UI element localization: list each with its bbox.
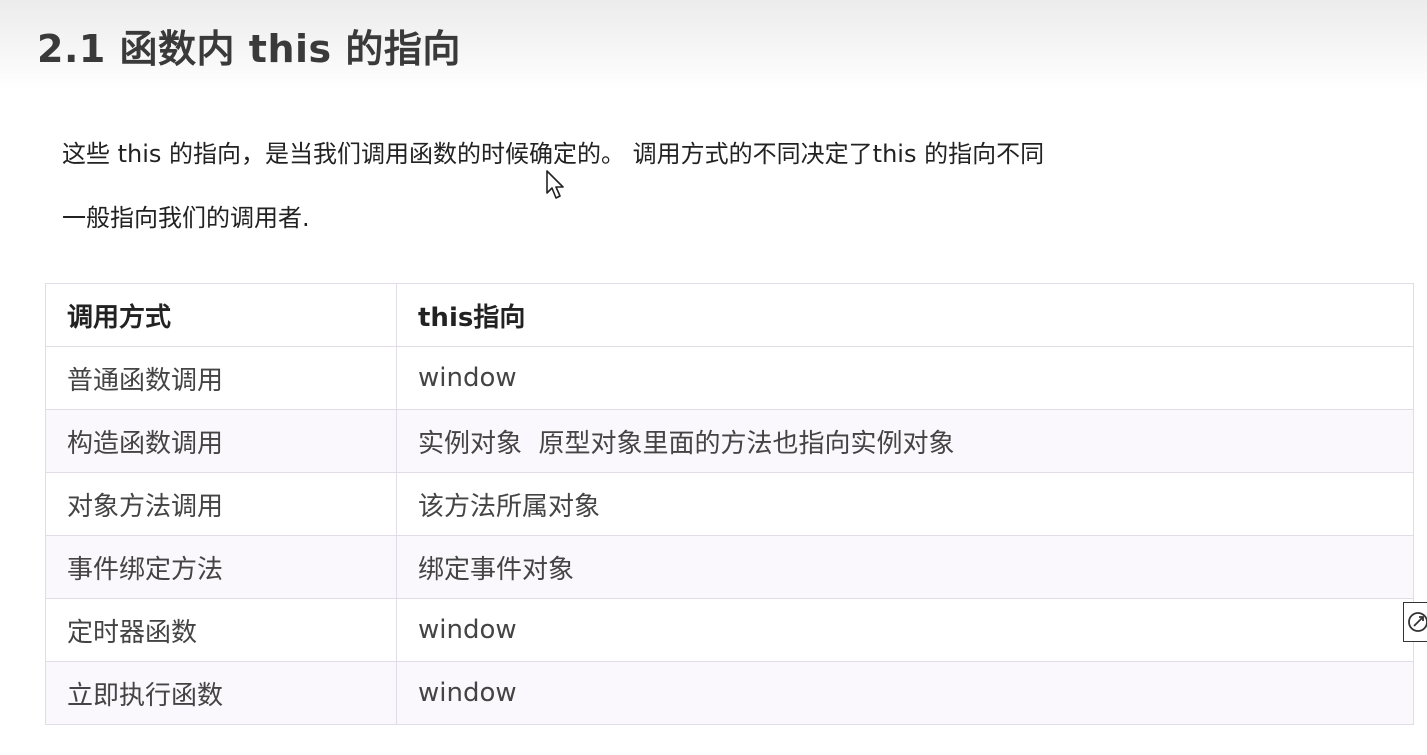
cell-this-target: 该方法所属对象 [396,472,1414,536]
table-row: 构造函数调用 实例对象 原型对象里面的方法也指向实例对象 [45,409,1414,473]
page-title: 2.1 函数内 this 的指向 [37,27,461,71]
table-row: 定时器函数 window [45,598,1414,662]
cell-this-target: window [396,346,1414,410]
cell-call-method: 立即执行函数 [45,661,397,725]
header-call-method: 调用方式 [45,283,397,347]
table-header-row: 调用方式 this指向 [45,283,1414,347]
cell-this-target: window [396,598,1414,662]
this-binding-table: 调用方式 this指向 普通函数调用 window 构造函数调用 实例对象 原型… [45,283,1414,725]
cell-this-target: window [396,661,1414,725]
cell-this-target: 绑定事件对象 [396,535,1414,599]
table-row: 普通函数调用 window [45,346,1414,410]
cell-call-method: 对象方法调用 [45,472,397,536]
side-reload-button[interactable] [1403,602,1427,642]
reload-icon [1408,612,1427,632]
mouse-pointer-icon [546,170,566,200]
cell-call-method: 普通函数调用 [45,346,397,410]
this-binding-table-container: 调用方式 this指向 普通函数调用 window 构造函数调用 实例对象 原型… [45,283,1414,725]
intro-line-1: 这些 this 的指向，是当我们调用函数的时候确定的。 调用方式的不同决定了th… [62,140,1045,168]
header-this-target: this指向 [396,283,1414,347]
table-row: 事件绑定方法 绑定事件对象 [45,535,1414,599]
cell-call-method: 定时器函数 [45,598,397,662]
intro-line-2: 一般指向我们的调用者. [62,204,310,232]
table-row: 立即执行函数 window [45,661,1414,725]
cell-this-target: 实例对象 原型对象里面的方法也指向实例对象 [396,409,1414,473]
cell-call-method: 事件绑定方法 [45,535,397,599]
cell-call-method: 构造函数调用 [45,409,397,473]
table-row: 对象方法调用 该方法所属对象 [45,472,1414,536]
